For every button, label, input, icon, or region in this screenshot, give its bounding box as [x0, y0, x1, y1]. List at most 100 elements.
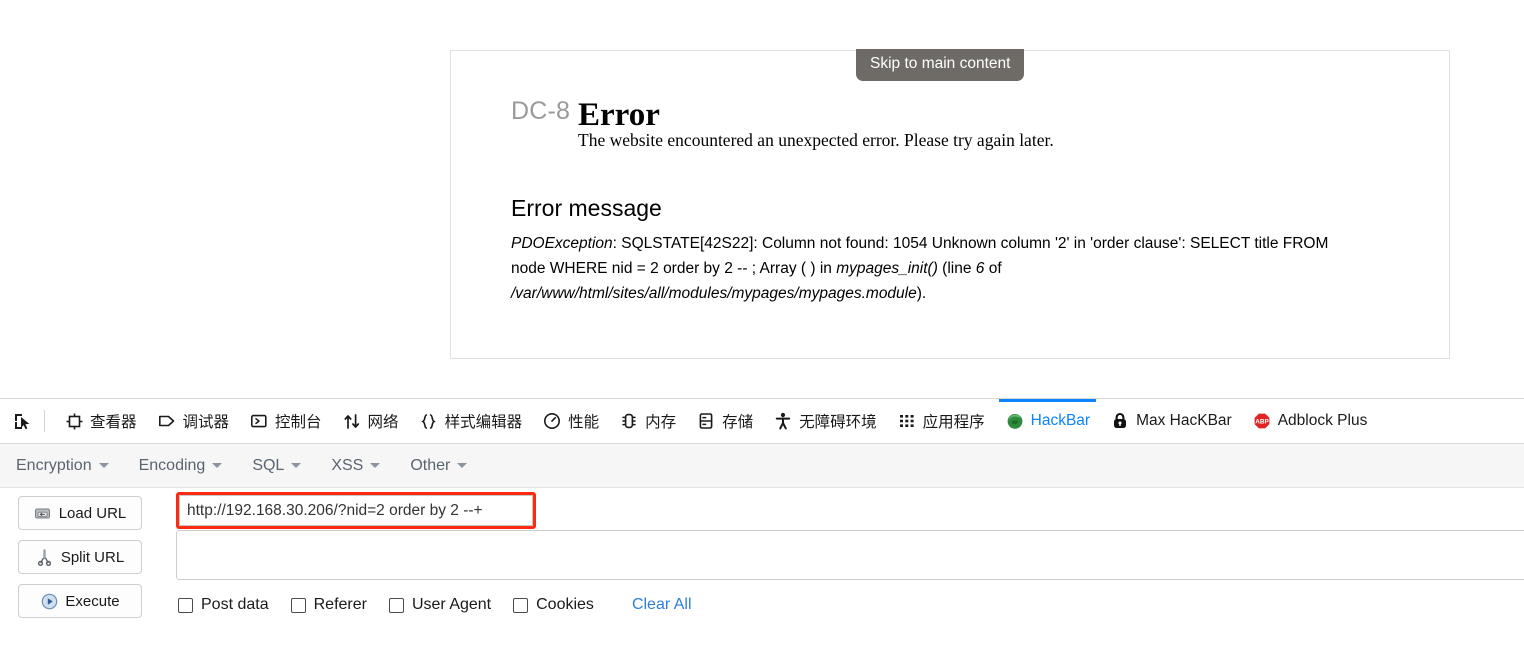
checkbox-box: [513, 597, 529, 613]
devtools-tab-label: 应用程序: [922, 414, 985, 431]
page-intro-text: The website encountered an unexpected er…: [578, 130, 1054, 150]
error-text-part-4: ).: [916, 285, 927, 302]
devtools-tab-label: 内存: [645, 414, 677, 431]
adblock-plus-icon: ABP: [1252, 411, 1272, 431]
application-icon: [897, 411, 917, 431]
devtools-tab-label: 样式编辑器: [444, 414, 523, 431]
devtools-tab-accessibility[interactable]: 无障碍环境: [763, 399, 887, 443]
devtools-tab-label: 性能: [568, 414, 600, 431]
error-text-part-2: (line: [937, 260, 976, 277]
memory-icon: [619, 411, 639, 431]
chevron-down-icon: [291, 463, 302, 468]
hackbar-button-label: Execute: [65, 592, 120, 610]
console-icon: [249, 411, 269, 431]
hackbar-options-row: Post data Referer User Agent Cookies Cle…: [178, 596, 692, 614]
play-icon: [40, 592, 58, 610]
hackbar-menu-bar: Encryption Encoding SQL XSS Other: [0, 444, 1524, 488]
checkbox-label: Cookies: [536, 596, 594, 613]
error-message-heading: Error message: [511, 195, 662, 221]
devtools-tab-label: 控制台: [275, 414, 322, 431]
hackbar-menu-encryption[interactable]: Encryption: [16, 457, 109, 475]
checkbox-label: User Agent: [411, 596, 492, 613]
hackbar-menu-label: XSS: [331, 456, 364, 474]
hackbar-menu-xss[interactable]: XSS: [331, 456, 381, 475]
devtools-tab-console[interactable]: 控制台: [239, 399, 332, 443]
page-title: Error: [578, 97, 660, 134]
devtools-panel: 查看器 调试器 控制台 网络 样式编辑器 性能 内存 存储 无障碍环境 应用程序…: [0, 398, 1524, 662]
error-text-part-3: of: [984, 260, 1002, 277]
devtools-tab-label: Adblock Plus: [1277, 412, 1368, 429]
hackbar-body: Load URL Split URL Execute http://192.16…: [0, 488, 1524, 662]
hackbar-menu-sql[interactable]: SQL: [252, 456, 302, 475]
hackbar-menu-encoding[interactable]: Encoding: [139, 457, 223, 475]
scissors-icon: [36, 548, 54, 566]
devtools-tab-label: HackBar: [1030, 412, 1091, 429]
devtools-tab-label: 网络: [367, 414, 399, 431]
load-url-icon: [34, 504, 52, 522]
lock-icon: [1110, 411, 1130, 431]
checkbox-box: [388, 597, 404, 613]
user-agent-checkbox[interactable]: User Agent: [388, 596, 492, 614]
chevron-down-icon: [98, 463, 109, 468]
hackbar-menu-label: Other: [410, 456, 451, 474]
hackbar-action-buttons: Load URL Split URL Execute: [18, 496, 142, 628]
svg-text:ABP: ABP: [1255, 419, 1269, 426]
error-file-path: /var/www/html/sites/all/modules/mypages/…: [511, 285, 917, 302]
storage-icon: [696, 411, 716, 431]
browser-page-viewport: Skip to main content DC-8 Error The webs…: [0, 0, 1524, 398]
devtools-tab-performance[interactable]: 性能: [532, 399, 609, 443]
split-url-button[interactable]: Split URL: [18, 540, 142, 574]
post-data-checkbox[interactable]: Post data: [178, 596, 269, 614]
url-field-highlight: [176, 492, 536, 529]
devtools-tab-label: 调试器: [182, 414, 230, 431]
devtools-tab-label: Max HacKBar: [1136, 412, 1232, 429]
chevron-down-icon: [212, 463, 223, 468]
checkbox-box: [290, 597, 306, 613]
devtools-tab-inspector[interactable]: 查看器: [54, 399, 147, 443]
toolbar-divider: [44, 410, 45, 432]
devtools-tab-debugger[interactable]: 调试器: [147, 399, 240, 443]
checkbox-label: Referer: [313, 596, 367, 613]
devtools-tab-label: 存储: [722, 414, 754, 431]
referer-checkbox[interactable]: Referer: [290, 596, 367, 614]
devtools-tab-adblock-plus[interactable]: ABP Adblock Plus: [1242, 399, 1378, 443]
skip-to-main-content-link[interactable]: Skip to main content: [856, 49, 1025, 81]
hackbar-icon: [1005, 411, 1025, 431]
devtools-tab-strip: 查看器 调试器 控制台 网络 样式编辑器 性能 内存 存储 无障碍环境 应用程序…: [0, 399, 1524, 444]
url-input[interactable]: [179, 495, 533, 526]
accessibility-icon: [773, 411, 793, 431]
hackbar-menu-label: SQL: [252, 456, 285, 474]
cookies-checkbox[interactable]: Cookies: [513, 596, 594, 614]
devtools-tab-style-editor[interactable]: 样式编辑器: [409, 399, 533, 443]
performance-icon: [542, 411, 562, 431]
devtools-tab-max-hackbar[interactable]: Max HacKBar: [1100, 399, 1242, 443]
debugger-icon: [157, 411, 177, 431]
chevron-down-icon: [370, 463, 381, 468]
network-icon: [342, 411, 362, 431]
error-function-name: mypages_init(): [836, 260, 938, 277]
devtools-tab-label: 查看器: [90, 414, 137, 431]
chevron-down-icon: [457, 463, 468, 468]
exception-name: PDOException: [511, 235, 613, 252]
checkbox-label: Post data: [201, 596, 269, 613]
devtools-tab-hackbar[interactable]: HackBar: [995, 399, 1100, 443]
devtools-tab-memory[interactable]: 内存: [609, 399, 686, 443]
clear-all-link[interactable]: Clear All: [632, 596, 692, 614]
hackbar-menu-label: Encryption: [16, 456, 92, 474]
hackbar-button-label: Load URL: [58, 504, 127, 522]
devtools-tab-application[interactable]: 应用程序: [887, 399, 995, 443]
devtools-tab-label: 无障碍环境: [799, 414, 877, 431]
checkbox-box: [178, 597, 193, 613]
site-name: DC-8: [511, 97, 571, 125]
error-message-body: PDOException: SQLSTATE[42S22]: Column no…: [511, 231, 1356, 306]
request-body-textarea[interactable]: [176, 530, 1524, 580]
hackbar-menu-other[interactable]: Other: [410, 456, 468, 475]
element-picker-icon[interactable]: [6, 406, 38, 436]
devtools-tab-storage[interactable]: 存储: [686, 399, 763, 443]
execute-button[interactable]: Execute: [18, 584, 142, 618]
hackbar-menu-label: Encoding: [138, 456, 206, 474]
devtools-tab-network[interactable]: 网络: [332, 399, 409, 443]
inspector-icon: [64, 411, 84, 431]
style-editor-icon: [419, 411, 439, 431]
load-url-button[interactable]: Load URL: [18, 496, 142, 530]
